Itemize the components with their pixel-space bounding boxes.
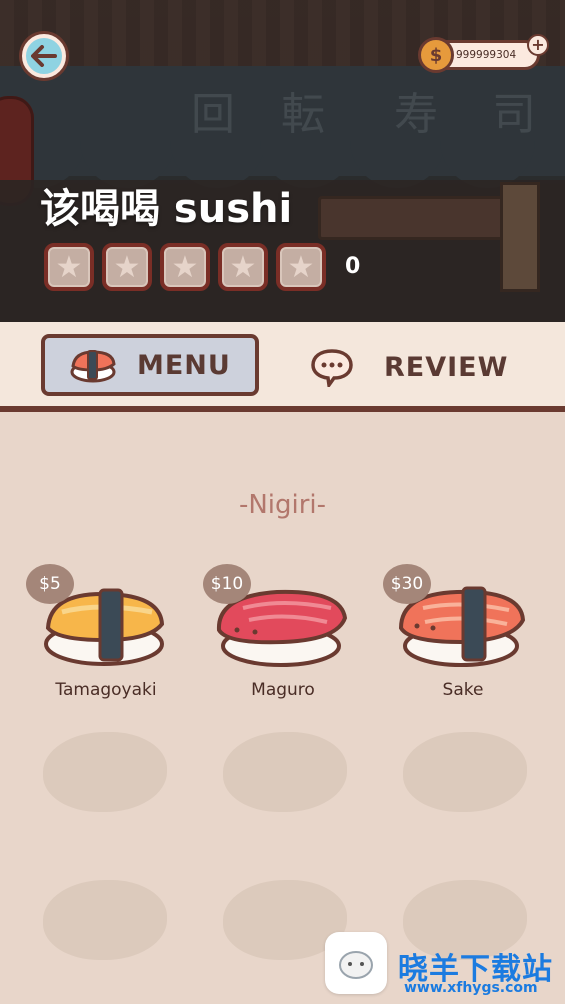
back-button[interactable]: [22, 34, 66, 78]
watermark-url: www.xfhygs.com: [404, 980, 538, 996]
star-icon: ★: [102, 243, 152, 291]
menu-item-maguro[interactable]: $10 Maguro: [203, 564, 363, 714]
locked-item-slot: [223, 732, 347, 812]
coin-amount: 999999304: [456, 49, 517, 61]
locked-item-slot: [403, 732, 527, 812]
shop-title: 该喝喝 sushi: [40, 186, 293, 232]
watermark-logo: [325, 932, 387, 994]
coin-icon: $: [418, 37, 454, 73]
menu-item-tamagoyaki[interactable]: $5 Tamagoyaki: [26, 564, 186, 714]
star-icon: ★: [218, 243, 268, 291]
item-name: Tamagoyaki: [55, 680, 157, 700]
rating-stars: ★ ★ ★ ★ ★: [44, 243, 326, 291]
tab-review-label: REVIEW: [384, 351, 509, 383]
tab-menu[interactable]: MENU: [41, 334, 259, 396]
star-icon: ★: [44, 243, 94, 291]
star-icon: ★: [160, 243, 210, 291]
price-badge: $30: [383, 564, 431, 604]
add-coins-button[interactable]: +: [527, 34, 549, 56]
back-arrow-icon: [31, 45, 57, 67]
price-badge: $10: [203, 564, 251, 604]
section-title: -Nigiri-: [238, 490, 327, 520]
item-name: Sake: [442, 680, 484, 700]
sushi-icon: [67, 345, 119, 385]
menu-item-sake[interactable]: $30 Sake: [383, 564, 543, 714]
tab-bar: MENU REVIEW: [0, 322, 565, 412]
tab-menu-label: MENU: [137, 349, 231, 381]
tab-review[interactable]: REVIEW: [306, 338, 526, 396]
locked-item-slot: [43, 880, 167, 960]
price-badge: $5: [26, 564, 74, 604]
review-count: 0: [345, 254, 361, 279]
star-icon: ★: [276, 243, 326, 291]
speech-bubble-icon: [306, 347, 358, 387]
item-name: Maguro: [251, 680, 315, 700]
locked-item-slot: [43, 732, 167, 812]
watermark-title: 晓羊下载站: [398, 952, 553, 987]
